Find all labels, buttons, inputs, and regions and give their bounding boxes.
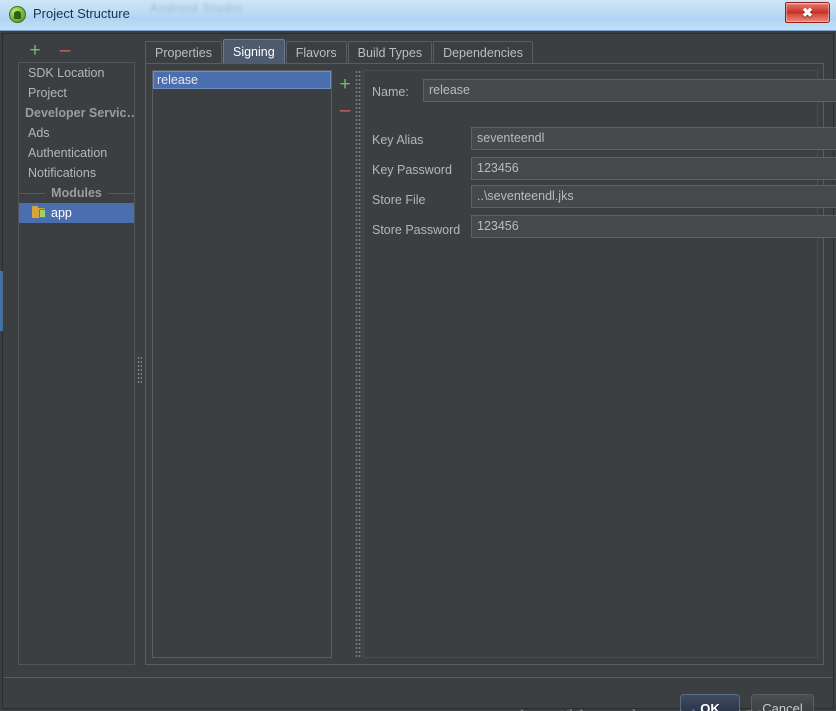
sidebar-item-authentication[interactable]: Authentication (19, 143, 134, 163)
sidebar-item-developer-servic[interactable]: Developer Servic… (19, 103, 134, 123)
sidebar-item-notifications[interactable]: Notifications (19, 163, 134, 183)
sidebar-item-sdk-location[interactable]: SDK Location (19, 63, 134, 83)
bottom-separator (3, 677, 833, 678)
sidebar-list[interactable]: SDK Location Project Developer Servic… Ads A… (18, 62, 135, 665)
store-file-input[interactable]: ..\seventeendl.jks (471, 185, 836, 208)
edge-artifact (0, 271, 3, 331)
signing-configs-toolbar: + – (334, 70, 356, 140)
close-icon: ✖ (802, 4, 813, 20)
android-studio-icon (9, 6, 26, 23)
name-label: Name: (372, 85, 409, 99)
remove-signing-config-button[interactable]: – (334, 100, 356, 122)
sidebar-item-label: Project (28, 86, 67, 100)
signing-configs-list[interactable]: release (152, 70, 332, 658)
remove-module-button[interactable]: – (54, 39, 76, 61)
tab-flavors[interactable]: Flavors (285, 41, 347, 64)
add-module-button[interactable]: + (24, 39, 46, 61)
key-password-input[interactable]: 123456 (471, 157, 836, 180)
separator-line (19, 192, 46, 194)
sidebar-splitter[interactable] (136, 62, 144, 665)
signing-config-item[interactable]: release (153, 71, 331, 89)
tab-signing[interactable]: Signing (222, 39, 285, 64)
sidebar-item-label: Authentication (28, 146, 108, 160)
sidebar-item-label: Developer Servic… (25, 106, 135, 120)
add-signing-config-button[interactable]: + (334, 74, 356, 96)
tab-dependencies[interactable]: Dependencies (433, 41, 533, 64)
key-password-label: Key Password (372, 163, 452, 177)
tab-build-types[interactable]: Build Types (347, 41, 433, 64)
signing-panel: release + – Name: release Key Alias seve… (145, 63, 836, 665)
store-password-label: Store Password (372, 223, 461, 237)
sidebar-item-label: app (51, 206, 72, 220)
cancel-button[interactable]: Cancel (751, 694, 814, 711)
sidebar-item-modules: Modules (19, 183, 134, 203)
splitter-grip-icon (137, 356, 142, 384)
sidebar-item-app[interactable]: app (19, 203, 134, 223)
key-alias-input[interactable]: seventeendl (471, 127, 836, 150)
configs-splitter[interactable] (355, 70, 362, 658)
titlebar-background-text: Android Studio (150, 1, 243, 15)
name-input[interactable]: release (423, 79, 836, 102)
sidebar-item-ads[interactable]: Ads (19, 123, 134, 143)
project-structure-dialog: Android Studio Project Structure ✖ + – S… (0, 0, 836, 711)
ok-button[interactable]: OK (680, 694, 740, 711)
sidebar-toolbar: + – (18, 39, 128, 63)
tab-bar[interactable]: Properties Signing Flavors Build Types Depen… (145, 39, 534, 64)
key-alias-label: Key Alias (372, 133, 424, 147)
sidebar-item-label: Ads (28, 126, 50, 140)
module-folder-icon (32, 206, 47, 219)
signing-config-form: Name: release Key Alias seventeendl Key … (363, 70, 836, 658)
title-bar: Android Studio Project Structure ✖ (0, 0, 836, 31)
dialog-content: + – SDK Location Project Developer Servic…… (0, 31, 836, 711)
store-password-input[interactable]: 123456 (471, 215, 836, 238)
sidebar-item-project[interactable]: Project (19, 83, 134, 103)
tab-properties[interactable]: Properties (145, 41, 222, 64)
close-button[interactable]: ✖ (785, 2, 830, 23)
sidebar-item-label: SDK Location (28, 66, 105, 80)
store-file-label: Store File (372, 193, 426, 207)
separator-label: Modules (51, 186, 102, 200)
window-title: Project Structure (33, 6, 130, 21)
sidebar-item-label: Notifications (28, 166, 97, 180)
separator-line (107, 192, 134, 194)
